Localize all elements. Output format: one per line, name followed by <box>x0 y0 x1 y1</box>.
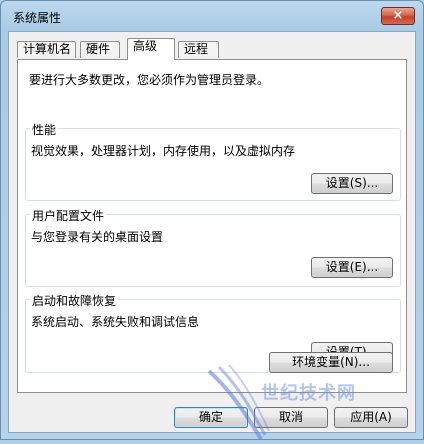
tab-advanced[interactable]: 高级 <box>127 38 175 60</box>
user-profiles-group: 用户配置文件 与您登录有关的桌面设置 设置(E)... <box>25 207 401 287</box>
performance-title: 性能 <box>30 121 59 138</box>
admin-notice: 要进行大多数更改，您必须作为管理员登录。 <box>29 73 270 87</box>
user-profiles-description: 与您登录有关的桌面设置 <box>31 230 164 244</box>
ok-button[interactable]: 确定 <box>174 407 248 428</box>
close-button[interactable]: × <box>381 7 415 25</box>
apply-button[interactable]: 应用(A) <box>334 407 408 428</box>
environment-variables-button[interactable]: 环境变量(N)... <box>269 352 393 373</box>
user-profiles-settings-button[interactable]: 设置(E)... <box>311 257 393 278</box>
tab-computer-name[interactable]: 计算机名 <box>17 41 76 58</box>
tab-remote[interactable]: 远程 <box>178 41 219 58</box>
startup-recovery-title: 启动和故障恢复 <box>30 292 119 309</box>
tab-hardware[interactable]: 硬件 <box>80 41 120 58</box>
startup-recovery-description: 系统启动、系统失败和调试信息 <box>31 315 200 329</box>
system-properties-window: 系统属性 × 计算机名 硬件 高级 远程 要进行大多数更改，您必须作为管理员登录… <box>0 0 424 441</box>
performance-description: 视觉效果，处理器计划，内存使用，以及虚拟内存 <box>31 144 296 158</box>
cancel-button[interactable]: 取消 <box>254 407 328 428</box>
close-icon: × <box>392 8 404 23</box>
window-title: 系统属性 <box>13 11 62 25</box>
title-bar[interactable]: 系统属性 × <box>1 1 423 31</box>
advanced-tab-panel: 要进行大多数更改，您必须作为管理员登录。 性能 视觉效果，处理器计划，内存使用，… <box>17 59 407 393</box>
dialog-client-area: 计算机名 硬件 高级 远程 要进行大多数更改，您必须作为管理员登录。 性能 视觉… <box>8 31 416 433</box>
user-profiles-title: 用户配置文件 <box>30 207 107 224</box>
performance-group: 性能 视觉效果，处理器计划，内存使用，以及虚拟内存 设置(S)... <box>25 121 401 201</box>
performance-settings-button[interactable]: 设置(S)... <box>311 173 393 194</box>
